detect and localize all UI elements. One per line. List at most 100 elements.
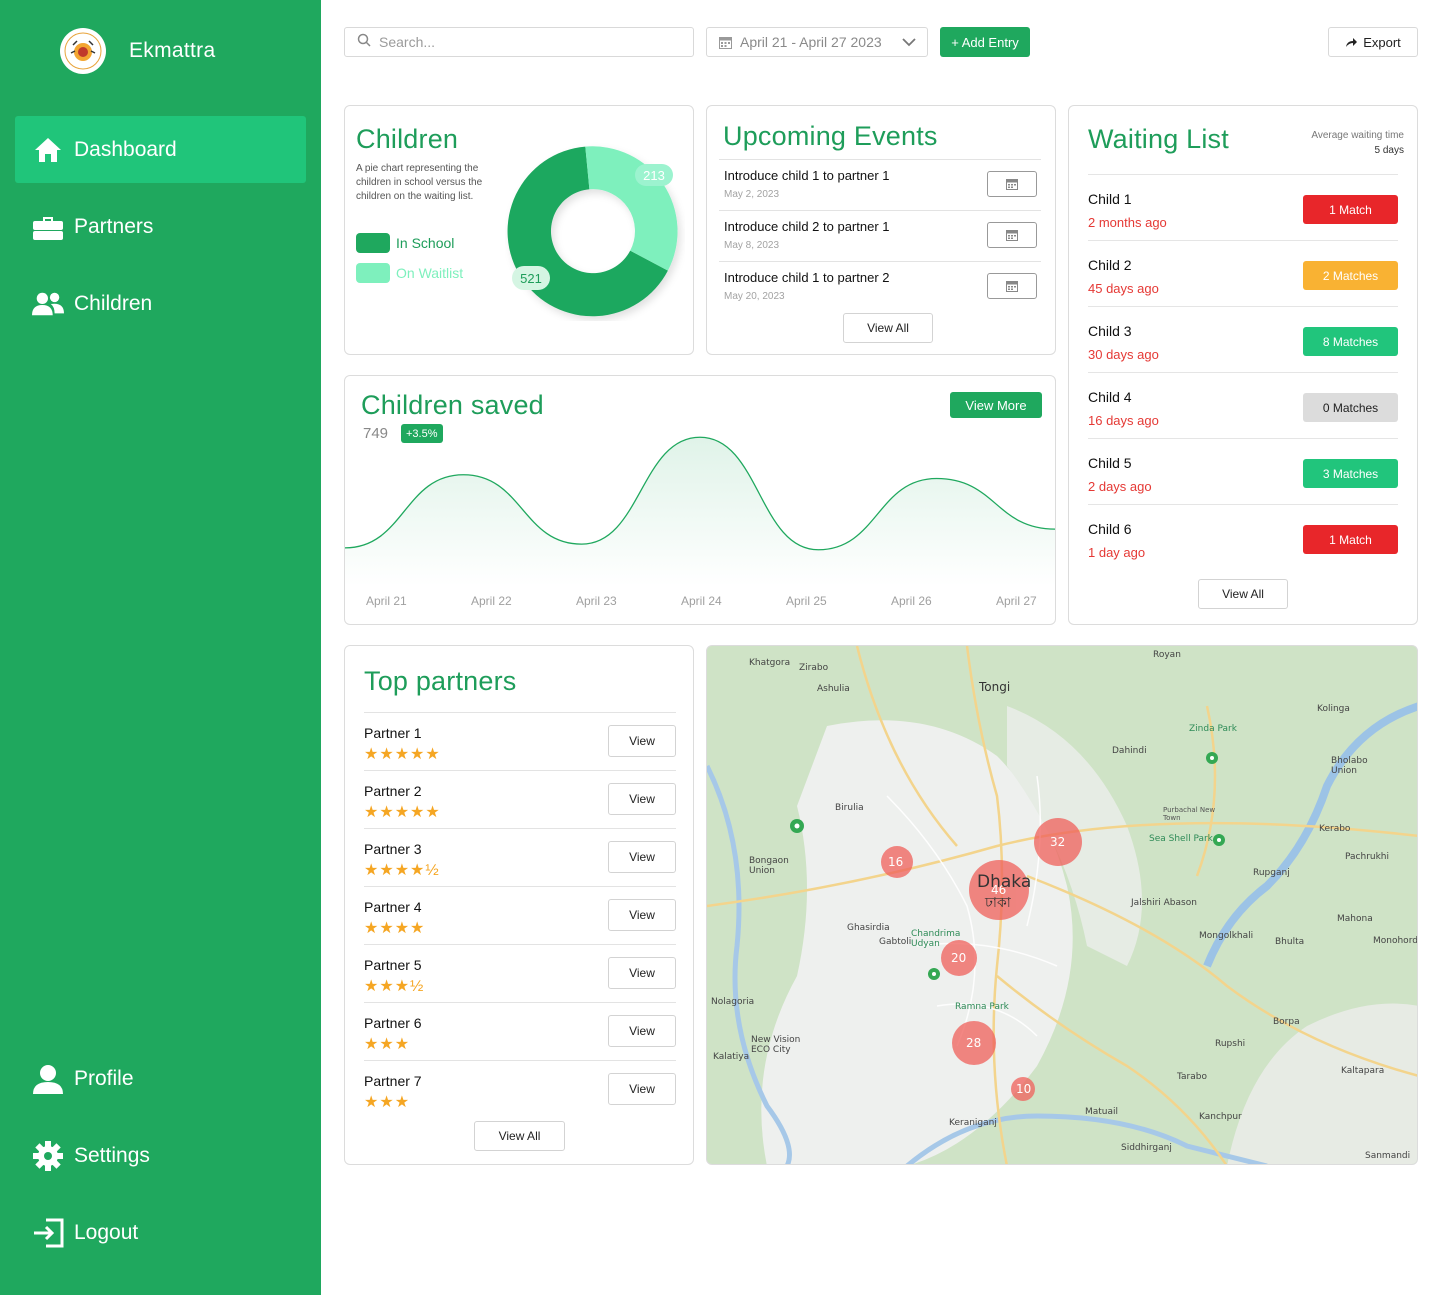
cluster-count: 32 bbox=[1050, 835, 1066, 849]
event-row: Introduce child 1 to partner 1 May 2, 20… bbox=[719, 159, 1041, 210]
place-label: Borpa bbox=[1273, 1017, 1300, 1027]
partner-name: Partner 2 bbox=[364, 783, 422, 799]
wait-time: 30 days ago bbox=[1088, 347, 1159, 362]
chart-area-fill bbox=[345, 437, 1055, 586]
view-partner-button[interactable]: View bbox=[608, 783, 676, 815]
view-partner-button[interactable]: View bbox=[608, 1073, 676, 1105]
waiting-list-card: Waiting List Average waiting time 5 days… bbox=[1068, 105, 1418, 625]
view-partner-button[interactable]: View bbox=[608, 899, 676, 931]
partner-row: Partner 5 ★★★½ View bbox=[364, 944, 676, 1002]
place-label: Chandrima Udyan bbox=[911, 929, 961, 949]
in-school-value-label: 521 bbox=[512, 266, 550, 290]
place-label: Kaltapara bbox=[1341, 1066, 1385, 1076]
place-label: Kanchpur bbox=[1199, 1112, 1242, 1122]
add-to-calendar-button[interactable] bbox=[987, 273, 1037, 299]
x-tick-label: April 26 bbox=[891, 594, 932, 608]
x-tick-label: April 21 bbox=[366, 594, 407, 608]
place-label: Bongaon Union bbox=[749, 856, 789, 876]
view-all-events-button[interactable]: View All bbox=[843, 313, 933, 343]
waiting-row: Child 3 30 days ago 8 Matches bbox=[1088, 306, 1398, 372]
date-range-picker[interactable]: April 21 - April 27 2023 bbox=[706, 27, 928, 57]
place-label: Zinda Park bbox=[1189, 724, 1237, 734]
sidebar-item-label: Partners bbox=[74, 214, 154, 238]
export-button[interactable]: Export bbox=[1328, 27, 1418, 57]
avg-label: Average waiting time bbox=[1311, 130, 1404, 141]
matches-badge[interactable]: 0 Matches bbox=[1303, 393, 1398, 422]
map-card[interactable]: 16 32 46 20 28 10 Dhaka ঢাকা Khatgora Zi… bbox=[706, 645, 1418, 1165]
matches-badge[interactable]: 1 Match bbox=[1303, 525, 1398, 554]
place-label: Ghasirdia bbox=[847, 923, 890, 933]
sidebar-item-partners[interactable]: Partners bbox=[15, 193, 306, 260]
place-label: Gabtoli bbox=[879, 937, 912, 947]
brand[interactable]: Ekmattra bbox=[60, 28, 215, 74]
star-rating: ★★★ bbox=[364, 1094, 411, 1111]
users-icon bbox=[32, 288, 64, 320]
place-label: Bholabo Union bbox=[1331, 756, 1368, 776]
children-card: Children A pie chart representing the ch… bbox=[344, 105, 694, 355]
sidebar-item-profile[interactable]: Profile bbox=[15, 1045, 306, 1112]
place-label: Rupshi bbox=[1215, 1039, 1246, 1049]
calendar-icon bbox=[1006, 178, 1018, 190]
child-name: Child 5 bbox=[1088, 455, 1132, 471]
sidebar-item-label: Profile bbox=[74, 1066, 134, 1090]
waiting-row: Child 5 2 days ago 3 Matches bbox=[1088, 438, 1398, 504]
view-partner-button[interactable]: View bbox=[608, 1015, 676, 1047]
child-name: Child 1 bbox=[1088, 191, 1132, 207]
matches-badge[interactable]: 1 Match bbox=[1303, 195, 1398, 224]
matches-badge[interactable]: 8 Matches bbox=[1303, 327, 1398, 356]
partner-name: Partner 6 bbox=[364, 1015, 422, 1031]
sidebar-item-children[interactable]: Children bbox=[15, 270, 306, 337]
cluster-count: 28 bbox=[966, 1036, 982, 1050]
view-all-waiting-button[interactable]: View All bbox=[1198, 579, 1288, 609]
view-partner-button[interactable]: View bbox=[608, 957, 676, 989]
card-description: A pie chart representing the children in… bbox=[356, 163, 483, 202]
children-saved-card: Children saved 749 +3.5% View More April… bbox=[344, 375, 1056, 625]
child-name: Child 4 bbox=[1088, 389, 1132, 405]
matches-badge[interactable]: 3 Matches bbox=[1303, 459, 1398, 488]
place-label: Sea Shell Park bbox=[1149, 834, 1213, 844]
legend-swatch bbox=[356, 263, 390, 283]
sidebar: Ekmattra Dashboard Partners Children Pro… bbox=[0, 0, 321, 1295]
place-label: Purbachal New Town bbox=[1163, 806, 1216, 822]
wait-time: 16 days ago bbox=[1088, 413, 1159, 428]
sidebar-item-logout[interactable]: Logout bbox=[15, 1199, 306, 1266]
search-input[interactable] bbox=[379, 34, 669, 50]
add-entry-button[interactable]: + Add Entry bbox=[940, 27, 1030, 57]
city-label-bn: ঢাকা bbox=[985, 895, 1011, 911]
event-title: Introduce child 2 to partner 1 bbox=[724, 219, 890, 234]
place-label: Kolinga bbox=[1317, 704, 1350, 714]
date-range-label: April 21 - April 27 2023 bbox=[740, 34, 882, 50]
sidebar-item-dashboard[interactable]: Dashboard bbox=[15, 116, 306, 183]
place-label: Kerabo bbox=[1319, 824, 1351, 834]
partner-name: Partner 7 bbox=[364, 1073, 422, 1089]
place-label: Matuail bbox=[1085, 1107, 1119, 1117]
star-rating: ★★★ bbox=[364, 1036, 411, 1053]
place-label: Tarabo bbox=[1177, 1072, 1207, 1082]
add-to-calendar-button[interactable] bbox=[987, 222, 1037, 248]
place-label: Birulia bbox=[835, 803, 864, 813]
view-partner-button[interactable]: View bbox=[608, 841, 676, 873]
view-all-partners-button[interactable]: View All bbox=[474, 1121, 565, 1151]
place-label: Khatgora bbox=[749, 658, 791, 668]
place-label: New Vision ECO City bbox=[751, 1035, 801, 1055]
partner-row: Partner 2 ★★★★★ View bbox=[364, 770, 676, 828]
legend-label: In School bbox=[396, 235, 455, 251]
matches-badge[interactable]: 2 Matches bbox=[1303, 261, 1398, 290]
wait-time: 45 days ago bbox=[1088, 281, 1159, 296]
search-box[interactable] bbox=[344, 27, 694, 57]
place-label: Siddhirganj bbox=[1121, 1143, 1172, 1153]
place-label: Monohordi bbox=[1373, 936, 1418, 946]
star-rating: ★★★★ bbox=[364, 920, 426, 937]
place-label: Royan bbox=[1153, 650, 1181, 660]
view-partner-button[interactable]: View bbox=[608, 725, 676, 757]
legend-swatch bbox=[356, 233, 390, 253]
event-date: May 20, 2023 bbox=[724, 291, 785, 302]
x-tick-label: April 22 bbox=[471, 594, 512, 608]
waitlist-value-label: 213 bbox=[635, 164, 673, 186]
user-icon bbox=[32, 1063, 64, 1095]
place-label: Ashulia bbox=[817, 684, 850, 694]
add-to-calendar-button[interactable] bbox=[987, 171, 1037, 197]
sidebar-item-settings[interactable]: Settings bbox=[15, 1122, 306, 1189]
star-rating: ★★★★½ bbox=[364, 862, 440, 879]
place-label: Ramna Park bbox=[955, 1002, 1009, 1012]
